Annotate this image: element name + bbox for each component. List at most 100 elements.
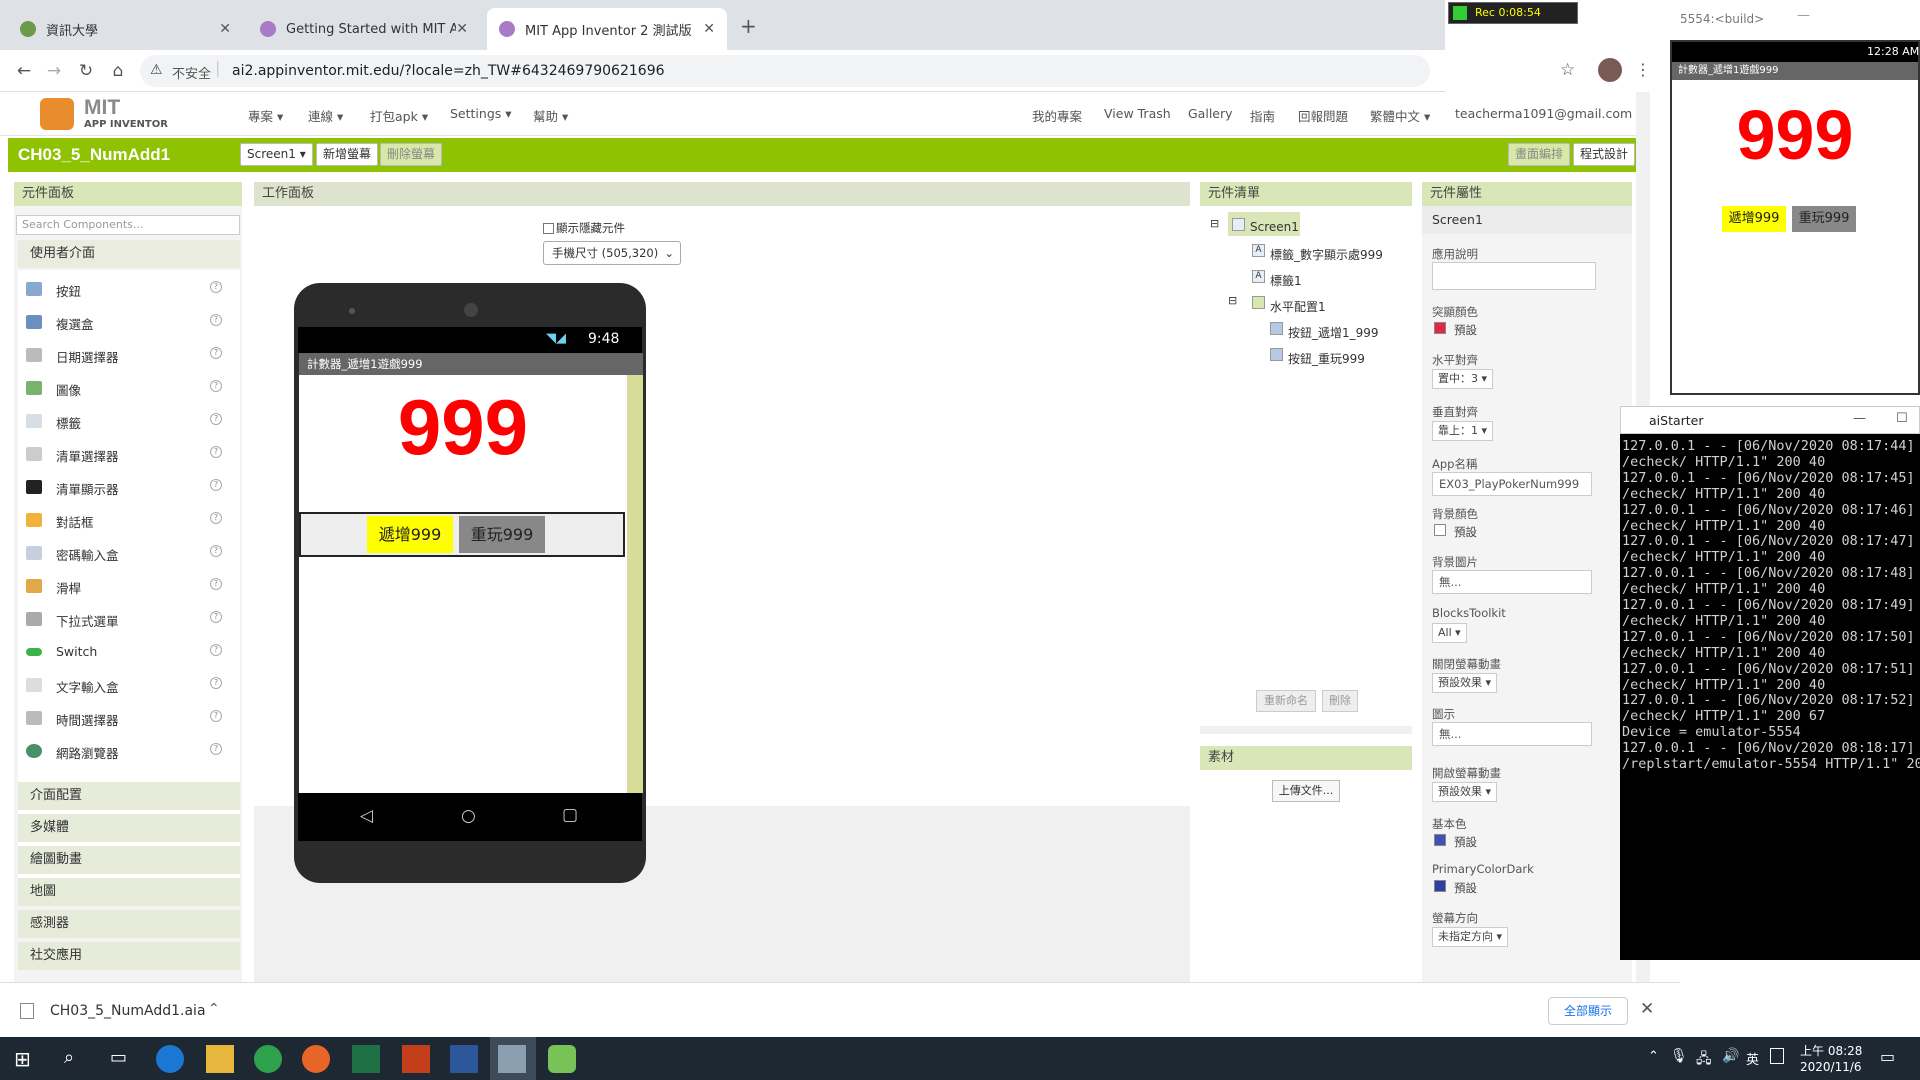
about-textarea[interactable]	[1432, 262, 1596, 290]
collapse-icon[interactable]: ⊟	[1210, 217, 1219, 230]
tree-item-hlayout[interactable]: 水平配置1	[1270, 298, 1326, 315]
palette-item-checkbox[interactable]: 複選盒?	[14, 307, 240, 337]
halign-select[interactable]: 置中：3 ▾	[1432, 369, 1494, 389]
add-button[interactable]: 遞增999	[367, 516, 453, 553]
accent-swatch[interactable]	[1434, 322, 1446, 334]
maximize-icon[interactable]: ☐	[1896, 411, 1908, 426]
palette-item-button[interactable]: 按鈕?	[14, 274, 240, 304]
close-icon[interactable]: ✕	[219, 21, 231, 37]
palette-item-textbox[interactable]: 文字輸入盒?	[14, 670, 240, 700]
download-file-name[interactable]: CH03_5_NumAdd1.aia	[50, 1003, 206, 1019]
add-screen-button[interactable]: 新增螢幕	[316, 143, 379, 166]
clock-date[interactable]: 2020/11/6	[1800, 1060, 1862, 1074]
close-icon[interactable]: ✕	[703, 21, 715, 37]
help-icon[interactable]: ?	[210, 314, 222, 326]
category-sensors[interactable]: 感測器	[18, 910, 240, 938]
primary-swatch[interactable]	[1434, 834, 1446, 846]
help-icon[interactable]: ?	[210, 347, 222, 359]
menu-connect[interactable]: 連線 ▾	[308, 106, 343, 125]
tree-item-screen1[interactable]: Screen1	[1250, 220, 1299, 234]
tree-item-number-label[interactable]: 標籤_數字顯示處999	[1270, 246, 1383, 263]
menu-help[interactable]: 幫助 ▾	[533, 106, 568, 125]
edge-icon[interactable]	[156, 1045, 184, 1073]
valign-select[interactable]: 靠上：1 ▾	[1432, 421, 1494, 441]
menu-project[interactable]: 專案 ▾	[248, 106, 283, 125]
new-tab-button[interactable]: +	[740, 14, 757, 38]
url-text[interactable]: ai2.appinventor.mit.edu/?locale=zh_TW#64…	[232, 63, 665, 79]
tree-item-add-button[interactable]: 按鈕_遞增1_999	[1288, 324, 1379, 341]
category-drawing[interactable]: 繪圖動畫	[18, 846, 240, 874]
home-icon[interactable]: ⌂	[106, 59, 130, 83]
close-icon[interactable]: ✕	[1640, 999, 1654, 1019]
notification-icon[interactable]: ▭	[1880, 1047, 1895, 1066]
forward-icon[interactable]: →	[42, 59, 66, 83]
menu-guide[interactable]: 指南	[1250, 106, 1275, 125]
bgcolor-swatch[interactable]	[1434, 524, 1446, 536]
volume-icon[interactable]: 🔊	[1722, 1048, 1739, 1064]
reload-icon[interactable]: ↻	[74, 59, 98, 83]
home-icon[interactable]: ○	[461, 806, 476, 826]
recent-apps-icon[interactable]: ▢	[562, 805, 578, 825]
help-icon[interactable]: ?	[210, 413, 222, 425]
avatar[interactable]	[1598, 58, 1622, 82]
word-icon[interactable]	[450, 1045, 478, 1073]
palette-item-passwordtextbox[interactable]: 密碼輸入盒?	[14, 538, 240, 568]
reset-button[interactable]: 重玩999	[459, 516, 545, 553]
delete-button[interactable]: 刪除	[1322, 690, 1358, 712]
emu-add-button[interactable]: 遞增999	[1722, 206, 1786, 232]
palette-item-timepicker[interactable]: 時間選擇器?	[14, 703, 240, 733]
tab-app-inventor[interactable]: MIT App Inventor 2 測試版 ✕	[487, 8, 727, 50]
help-icon[interactable]: ?	[210, 479, 222, 491]
category-user-interface[interactable]: 使用者介面	[18, 240, 240, 268]
back-icon[interactable]: ◁	[360, 806, 373, 826]
remove-screen-button[interactable]: 刪除螢幕	[380, 143, 443, 166]
help-icon[interactable]: ?	[210, 545, 222, 557]
category-maps[interactable]: 地圖	[18, 878, 240, 906]
minimize-icon[interactable]: —	[1797, 8, 1810, 23]
minimize-icon[interactable]: —	[1853, 411, 1866, 426]
help-icon[interactable]: ?	[210, 677, 222, 689]
palette-item-webviewer[interactable]: 網路瀏覽器?	[14, 736, 240, 766]
menu-account[interactable]: teacherma1091@gmail.com ▾	[1455, 106, 1642, 121]
tree-item-label1[interactable]: 標籤1	[1270, 272, 1302, 289]
palette-item-slider[interactable]: 滑桿?	[14, 571, 240, 601]
help-icon[interactable]: ?	[210, 578, 222, 590]
windows-start-icon[interactable]: ⊞	[14, 1047, 31, 1071]
palette-item-notifier[interactable]: 對話框?	[14, 505, 240, 535]
tab-getting-started[interactable]: Getting Started with MIT App I ✕	[248, 8, 480, 50]
emu-reset-button[interactable]: 重玩999	[1792, 206, 1856, 232]
help-icon[interactable]: ?	[210, 710, 222, 722]
phone-scrollbar[interactable]	[627, 375, 643, 793]
show-hidden-checkbox[interactable]: 顯示隱藏元件	[543, 220, 625, 236]
warning-icon[interactable]: ⚠	[150, 62, 163, 78]
palette-item-listview[interactable]: 清單顯示器?	[14, 472, 240, 502]
collapse-icon[interactable]: ⊟	[1228, 294, 1237, 307]
designer-button[interactable]: 畫面編排	[1508, 143, 1571, 166]
search-icon[interactable]: ⌕	[64, 1047, 74, 1068]
clock-time[interactable]: 上午 08:28	[1800, 1042, 1862, 1059]
menu-settings[interactable]: Settings ▾	[450, 106, 512, 121]
network-icon[interactable]: 🖧	[1696, 1048, 1712, 1072]
kebab-menu-icon[interactable]: ⋮	[1635, 60, 1651, 79]
orientation-select[interactable]: 未指定方向 ▾	[1432, 927, 1509, 947]
mic-icon[interactable]: 🎙	[1670, 1048, 1688, 1064]
excel-icon[interactable]	[352, 1045, 380, 1073]
menu-view-trash[interactable]: View Trash	[1104, 106, 1171, 121]
phone-size-select[interactable]: 手機尺寸 (505,320) ⌄	[543, 241, 681, 265]
blockstoolkit-select[interactable]: All ▾	[1432, 623, 1467, 643]
rename-button[interactable]: 重新命名	[1256, 690, 1316, 712]
chevron-up-icon[interactable]: ⌃	[208, 1001, 220, 1017]
primary-dark-swatch[interactable]	[1434, 880, 1446, 892]
help-icon[interactable]: ?	[210, 644, 222, 656]
palette-item-listpicker[interactable]: 清單選擇器?	[14, 439, 240, 469]
firefox-icon[interactable]	[302, 1045, 330, 1073]
ime-keyboard-icon[interactable]	[1770, 1048, 1784, 1064]
category-social[interactable]: 社交應用	[18, 942, 240, 970]
help-icon[interactable]: ?	[210, 380, 222, 392]
show-all-button[interactable]: 全部顯示	[1548, 997, 1628, 1025]
palette-item-switch[interactable]: Switch?	[14, 637, 240, 667]
help-icon[interactable]: ?	[210, 611, 222, 623]
tree-item-reset-button[interactable]: 按鈕_重玩999	[1288, 350, 1365, 367]
upload-button[interactable]: 上傳文件...	[1272, 780, 1340, 802]
file-explorer-icon[interactable]	[206, 1045, 234, 1073]
